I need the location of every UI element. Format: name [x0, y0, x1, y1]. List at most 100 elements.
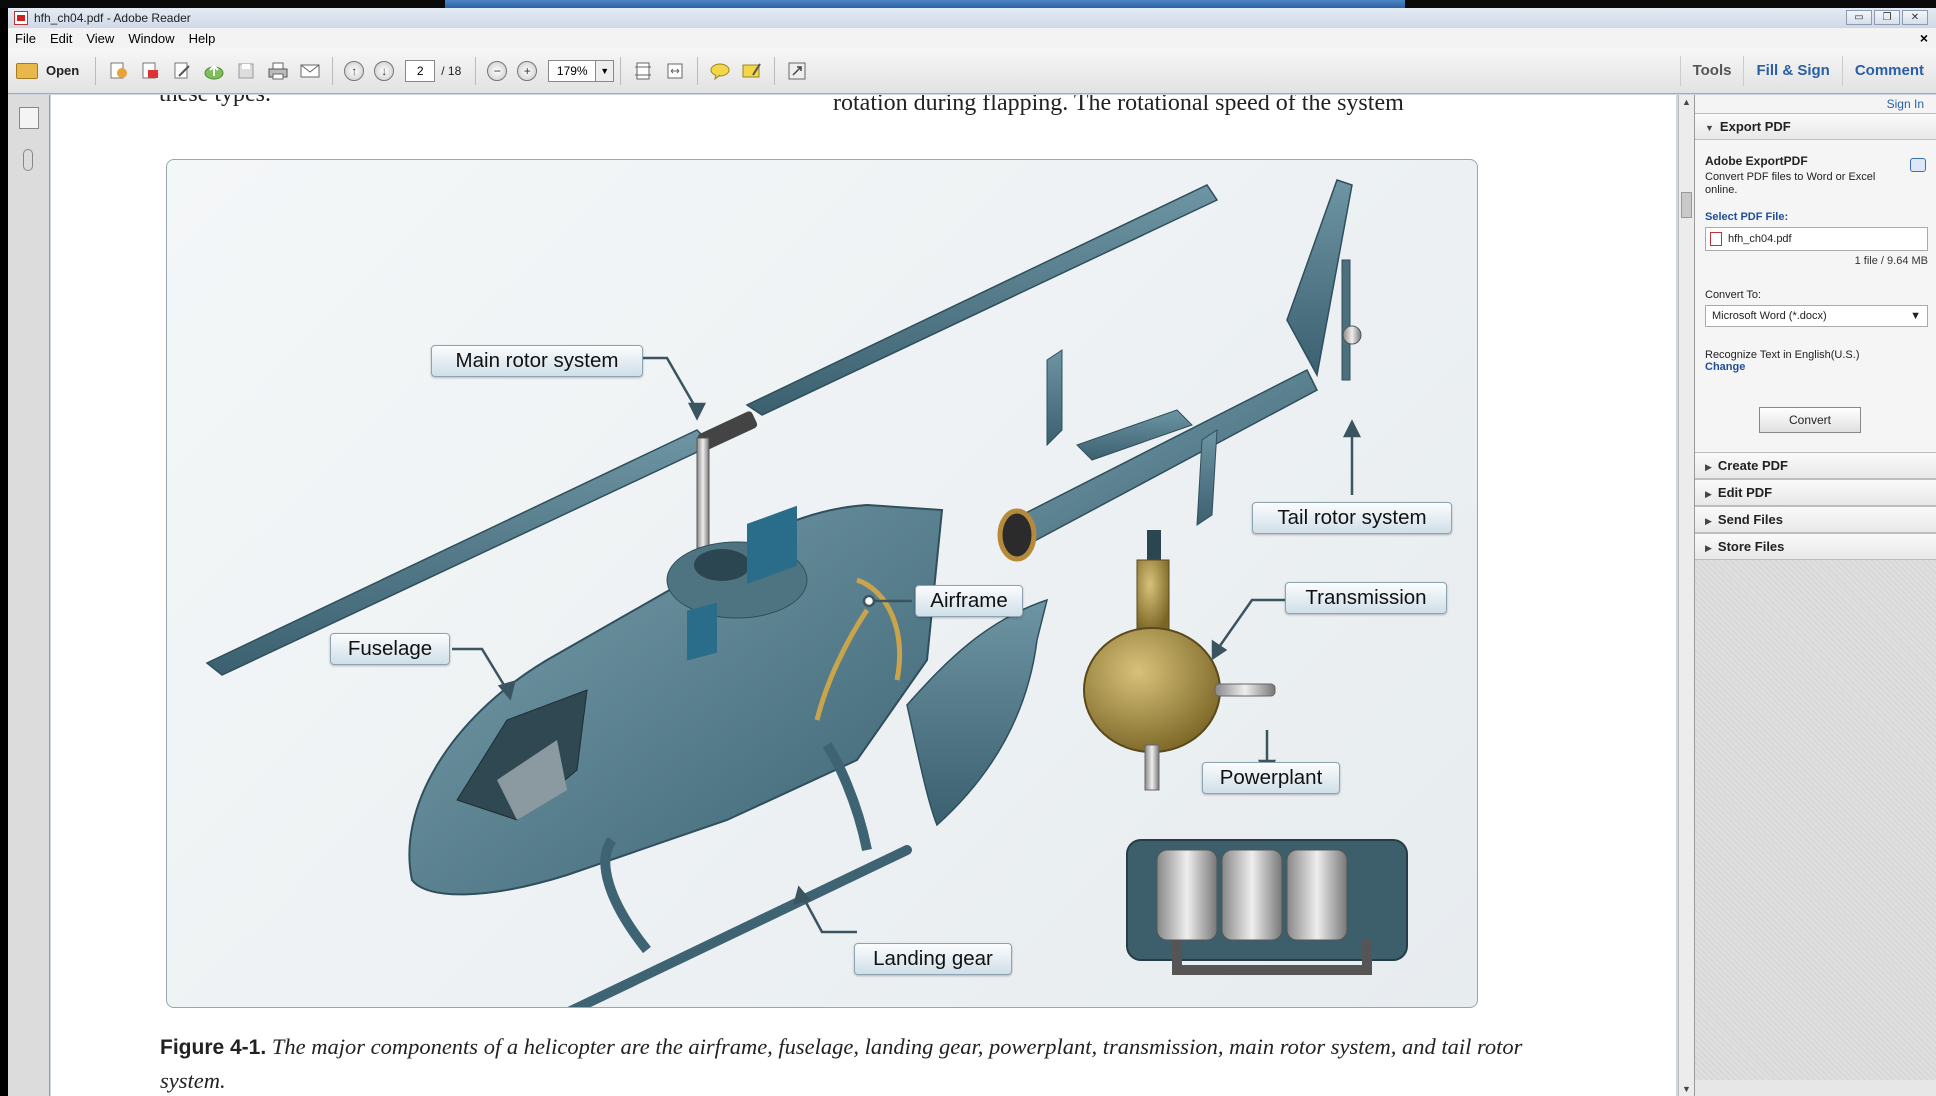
label-landing-gear: Landing gear [854, 943, 1012, 975]
section-store-files[interactable]: ▶ Store Files [1695, 533, 1936, 560]
caption-text: The major components of a helicopter are… [160, 1034, 1523, 1093]
close-window-button[interactable]: ✕ [1902, 10, 1928, 25]
section-export-pdf[interactable]: ▼ Export PDF [1695, 113, 1936, 140]
menu-file[interactable]: File [8, 31, 43, 46]
engine-cylinder-2 [1221, 849, 1283, 941]
rotor-mast [696, 437, 710, 549]
select-file-label: Select PDF File: [1705, 211, 1789, 223]
open-button[interactable]: Open [8, 62, 89, 79]
transmission-gearbox [1083, 627, 1221, 753]
comment-note-icon[interactable] [707, 58, 733, 84]
convert-to-value: Microsoft Word (*.docx) [1712, 310, 1827, 322]
cabin-window-1 [687, 602, 717, 661]
section-create-pdf-label: Create PDF [1717, 458, 1788, 473]
previous-page-icon[interactable]: ↑ [344, 60, 365, 81]
vertical-scrollbar[interactable]: ▲ ▼ [1678, 95, 1694, 1096]
zoom-dropdown-icon[interactable]: ▼ [596, 59, 615, 82]
email-icon[interactable] [297, 58, 323, 84]
collapsed-triangle-icon: ▶ [1705, 489, 1712, 499]
desktop-top-strip [0, 0, 1936, 8]
menu-view[interactable]: View [79, 31, 121, 46]
cloud-upload-icon[interactable] [201, 58, 227, 84]
highlight-text-icon[interactable] [739, 58, 765, 84]
folder-icon [16, 62, 38, 79]
menu-window[interactable]: Window [121, 31, 181, 46]
window-title: hfh_ch04.pdf - Adobe Reader [34, 11, 191, 25]
engine-cylinder-3 [1286, 849, 1348, 941]
background-window-strip [445, 0, 1405, 8]
section-edit-pdf[interactable]: ▶ Edit PDF [1695, 479, 1936, 506]
toolbar-separator [95, 56, 97, 85]
page-thumbnails-icon[interactable] [19, 107, 39, 129]
section-store-files-label: Store Files [1717, 539, 1785, 554]
zoom-level-input[interactable]: 179% [548, 59, 597, 82]
section-create-pdf[interactable]: ▶ Create PDF [1695, 452, 1936, 479]
pdf-app-icon [14, 11, 28, 25]
fit-width-icon[interactable] [662, 58, 688, 84]
body-text-right: rotation during flapping. The rotational… [833, 95, 1404, 116]
menu-help[interactable]: Help [182, 31, 223, 46]
scrollbar-thumb[interactable] [1681, 192, 1692, 218]
page-number-input[interactable]: 2 [405, 59, 436, 82]
horizontal-stabilizer-fin-left [1046, 349, 1063, 447]
tail-rotor-hub [1342, 325, 1362, 345]
engine-cylinder-1 [1156, 849, 1218, 941]
scroll-up-icon[interactable]: ▲ [1682, 97, 1691, 107]
tools-pane: Sign In ▼ Export PDF Adobe ExportPDF Conv… [1694, 95, 1936, 1096]
label-fuselage: Fuselage [330, 633, 450, 665]
convert-to-select[interactable]: Microsoft Word (*.docx) ▼ [1705, 305, 1928, 327]
pdf-file-icon [1710, 232, 1722, 246]
fill-sign-link[interactable]: Fill & Sign [1743, 56, 1841, 86]
convert-button[interactable]: Convert [1759, 407, 1861, 433]
main-toolbar: Open ↑ ↓ 2 / 18 − + 179% ▼ Tools Fill & … [8, 48, 1936, 94]
minimize-button[interactable]: ▭ [1846, 10, 1872, 25]
adobe-reader-window: hfh_ch04.pdf - Adobe Reader ▭ ❐ ✕ File E… [8, 8, 1936, 1096]
close-document-button[interactable]: × [1920, 30, 1928, 46]
full-screen-icon[interactable] [784, 58, 810, 84]
zoom-in-icon[interactable]: + [517, 60, 538, 81]
chevron-down-icon: ▼ [1910, 310, 1921, 322]
change-language-link[interactable]: Change [1705, 361, 1928, 373]
section-send-files[interactable]: ▶ Send Files [1695, 506, 1936, 533]
toolbar-separator [475, 56, 477, 85]
scroll-down-icon[interactable]: ▼ [1682, 1084, 1691, 1094]
menu-bar: File Edit View Window Help × [8, 28, 1936, 48]
print-icon[interactable] [265, 58, 291, 84]
label-main-rotor-system: Main rotor system [431, 345, 643, 377]
menu-edit[interactable]: Edit [43, 31, 79, 46]
figure-caption: Figure 4-1. The major components of a he… [160, 1030, 1560, 1096]
save-icon[interactable] [233, 58, 259, 84]
recognize-text-label: Recognize Text in English(U.S.) [1705, 349, 1860, 361]
attachments-paperclip-icon[interactable] [23, 149, 33, 171]
tail-boom-opening [997, 508, 1037, 562]
fit-page-icon[interactable] [630, 58, 656, 84]
edit-document-icon[interactable] [169, 58, 195, 84]
zoom-out-icon[interactable]: − [487, 60, 508, 81]
create-pdf-icon[interactable] [105, 58, 131, 84]
label-powerplant: Powerplant [1202, 762, 1340, 794]
page-total: / 18 [441, 63, 462, 78]
restore-button[interactable]: ❐ [1874, 10, 1900, 25]
next-page-icon[interactable]: ↓ [374, 60, 395, 81]
toolbar-separator [697, 56, 699, 85]
selected-file-field[interactable]: hfh_ch04.pdf [1705, 227, 1928, 251]
title-bar: hfh_ch04.pdf - Adobe Reader ▭ ❐ ✕ [8, 8, 1936, 28]
comment-link[interactable]: Comment [1841, 56, 1936, 86]
collapsed-triangle-icon: ▶ [1705, 462, 1712, 472]
export-title: Adobe ExportPDF [1705, 154, 1808, 168]
section-export-pdf-label: Export PDF [1719, 119, 1791, 134]
document-view[interactable]: these types. rotation during flapping. T… [51, 95, 1676, 1096]
figure-4-1: Main rotor system Tail rotor system Airf… [166, 159, 1478, 1008]
sign-in-link[interactable]: Sign In [1695, 95, 1936, 113]
tools-link[interactable]: Tools [1679, 56, 1744, 86]
transmission-output-shaft [1214, 683, 1276, 697]
toolbar-right-links: Tools Fill & Sign Comment [1679, 48, 1936, 94]
file-info: 1 file / 9.64 MB [1854, 255, 1928, 267]
collapsed-triangle-icon: ▶ [1705, 516, 1712, 526]
convert-to-label: Convert To: [1705, 289, 1762, 301]
body-text-left: these types. [159, 95, 271, 108]
helicopter-illustration [205, 179, 1408, 1007]
toolbar-separator [620, 56, 622, 85]
export-pdf-icon[interactable] [137, 58, 163, 84]
section-edit-pdf-label: Edit PDF [1717, 485, 1773, 500]
